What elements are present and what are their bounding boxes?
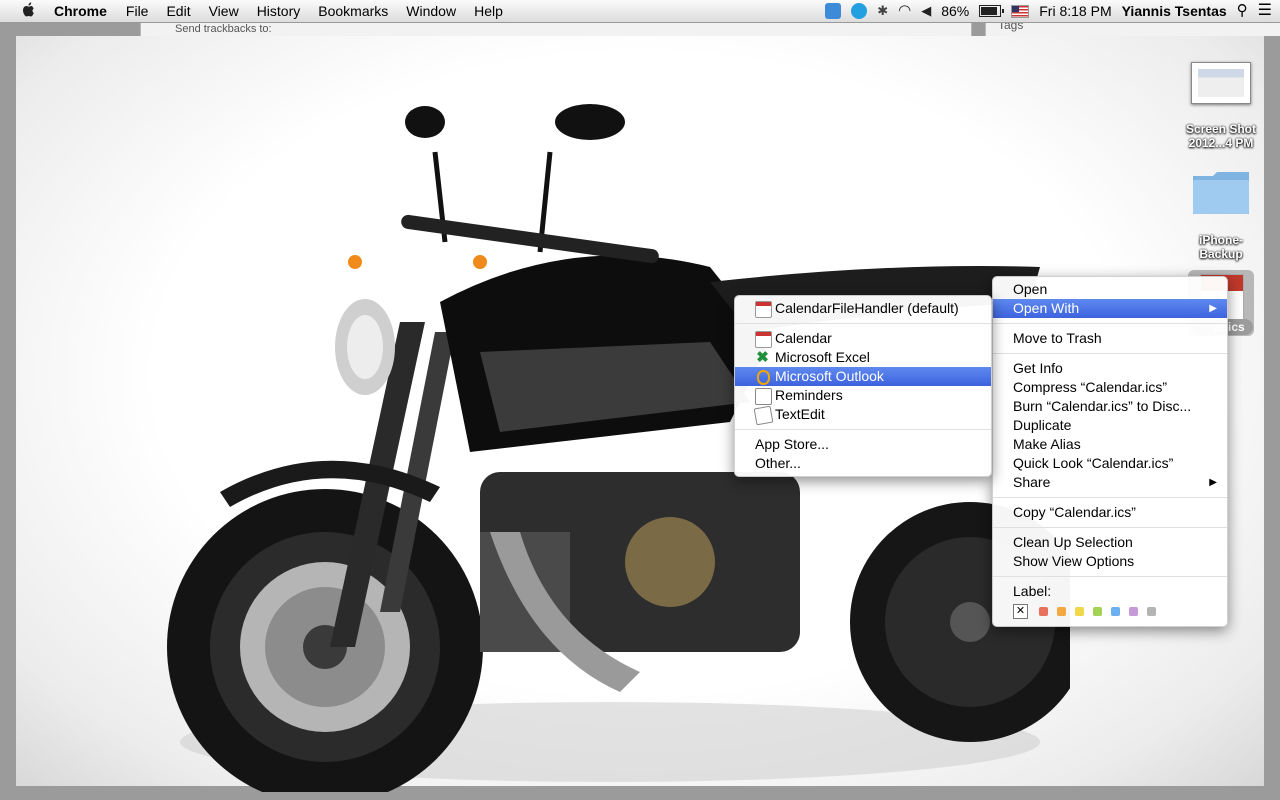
menu-edit[interactable]: Edit (166, 0, 190, 22)
menu-item-burn[interactable]: Burn “Calendar.ics” to Disc... (993, 397, 1227, 416)
calendar-app-icon (755, 331, 772, 348)
menu-item-quick-look[interactable]: Quick Look “Calendar.ics” (993, 454, 1227, 473)
open-with-label: Open With (1013, 300, 1080, 316)
app-label: Calendar (775, 330, 832, 346)
menu-history[interactable]: History (257, 0, 301, 22)
volume-icon[interactable]: ◀ (921, 0, 931, 22)
screenshot-label-line1: Screen Shot (1185, 122, 1257, 136)
app-label: Microsoft Excel (775, 349, 870, 365)
label-red-swatch[interactable] (1039, 607, 1048, 616)
label-green-swatch[interactable] (1093, 607, 1102, 616)
menu-item-open[interactable]: Open (993, 280, 1227, 299)
menu-separator (993, 323, 1227, 324)
app-label: CalendarFileHandler (default) (775, 300, 959, 316)
outlook-app-icon (757, 370, 770, 385)
input-source-flag-icon[interactable] (1011, 4, 1030, 18)
app-item-calendarfilehandler[interactable]: CalendarFileHandler (default) (735, 299, 991, 318)
label-heading: Label: (1013, 583, 1052, 599)
iphone-backup-folder-icon[interactable]: iPhone- Backup (1176, 170, 1266, 261)
folder-label-line1: iPhone- (1199, 233, 1243, 247)
screenshot-label-line2: 2012...4 PM (1188, 136, 1254, 150)
label-none-icon[interactable]: ✕ (1013, 604, 1028, 619)
app-label: Microsoft Outlook (775, 368, 884, 384)
menu-separator (993, 353, 1227, 354)
menu-item-move-to-trash[interactable]: Move to Trash (993, 329, 1227, 348)
battery-icon[interactable] (979, 5, 1005, 17)
menu-item-duplicate[interactable]: Duplicate (993, 416, 1227, 435)
dropbox-icon[interactable] (825, 3, 842, 19)
menu-separator (993, 527, 1227, 528)
menu-separator (993, 497, 1227, 498)
app-label: TextEdit (775, 406, 825, 422)
label-orange-swatch[interactable] (1057, 607, 1066, 616)
spotlight-search-icon[interactable]: ⚲ (1237, 0, 1248, 22)
menu-item-share[interactable]: Share ▶ (993, 473, 1227, 492)
menu-bookmarks[interactable]: Bookmarks (318, 0, 388, 22)
menu-item-make-alias[interactable]: Make Alias (993, 435, 1227, 454)
app-label: Reminders (775, 387, 843, 403)
menu-help[interactable]: Help (474, 0, 503, 22)
app-item-reminders[interactable]: Reminders (735, 386, 991, 405)
menu-view[interactable]: View (209, 0, 239, 22)
tags-label: Tags (998, 22, 1024, 32)
wifi-icon[interactable]: ◠ (898, 0, 911, 22)
label-yellow-swatch[interactable] (1075, 607, 1084, 616)
share-label: Share (1013, 474, 1051, 490)
reminders-app-icon (755, 388, 772, 405)
folder-label-line2: Backup (1199, 247, 1243, 261)
menu-separator (735, 429, 991, 430)
textedit-app-icon (753, 405, 774, 426)
screenshot-thumbnail (1191, 62, 1251, 104)
menu-item-copy[interactable]: Copy “Calendar.ics” (993, 503, 1227, 522)
label-gray-swatch[interactable] (1147, 607, 1156, 616)
folder-icon (1193, 172, 1249, 214)
notification-center-icon[interactable]: ☰ (1258, 0, 1272, 22)
label-color-row: ✕ (993, 601, 1227, 623)
menu-separator (735, 323, 991, 324)
excel-app-icon: ✖ (756, 349, 769, 366)
background-browser-window[interactable]: Send trackbacks to: (140, 22, 972, 36)
open-with-submenu: CalendarFileHandler (default) Calendar ✖… (734, 295, 992, 477)
skype-icon[interactable] (851, 3, 868, 19)
label-blue-swatch[interactable] (1111, 607, 1120, 616)
menu-file[interactable]: File (126, 0, 149, 22)
bluetooth-icon[interactable]: ✱ (877, 0, 888, 22)
menu-item-app-store[interactable]: App Store... (735, 435, 991, 454)
menu-bar: Chrome File Edit View History Bookmarks … (0, 0, 1280, 23)
app-item-calendar[interactable]: Calendar (735, 329, 991, 348)
trackbacks-label: Send trackbacks to: (175, 23, 272, 35)
menu-item-show-view-options[interactable]: Show View Options (993, 552, 1227, 571)
menu-item-open-with[interactable]: Open With ▶ (993, 299, 1227, 318)
user-account-menu[interactable]: Yiannis Tsentas (1122, 0, 1227, 22)
menu-item-other[interactable]: Other... (735, 454, 991, 473)
menu-window[interactable]: Window (406, 0, 456, 22)
background-sidebar-window[interactable]: Tags (985, 22, 1280, 36)
submenu-arrow-icon: ▶ (1209, 477, 1217, 488)
menu-separator (993, 576, 1227, 577)
apple-menu-icon[interactable] (18, 0, 38, 22)
label-purple-swatch[interactable] (1129, 607, 1138, 616)
app-menus: Chrome File Edit View History Bookmarks … (54, 0, 521, 22)
calendar-app-icon (755, 301, 772, 318)
app-menu-chrome[interactable]: Chrome (54, 0, 107, 22)
app-item-microsoft-outlook[interactable]: Microsoft Outlook (735, 367, 991, 386)
app-item-textedit[interactable]: TextEdit (735, 405, 991, 426)
clock[interactable]: Fri 8:18 PM (1039, 0, 1111, 22)
submenu-arrow-icon: ▶ (1209, 303, 1217, 314)
menu-item-get-info[interactable]: Get Info (993, 359, 1227, 378)
screenshot-file-icon[interactable]: Screen Shot 2012...4 PM (1176, 62, 1266, 150)
battery-percent[interactable]: 86% (941, 0, 969, 22)
menu-item-clean-up-selection[interactable]: Clean Up Selection (993, 533, 1227, 552)
menu-item-compress[interactable]: Compress “Calendar.ics” (993, 378, 1227, 397)
app-item-microsoft-excel[interactable]: ✖ Microsoft Excel (735, 348, 991, 367)
file-context-menu: Open Open With ▶ Move to Trash Get Info … (992, 276, 1228, 627)
status-menus: ✱ ◠ ◀ 86% Fri 8:18 PM Yiannis Tsentas ⚲ … (815, 0, 1272, 22)
